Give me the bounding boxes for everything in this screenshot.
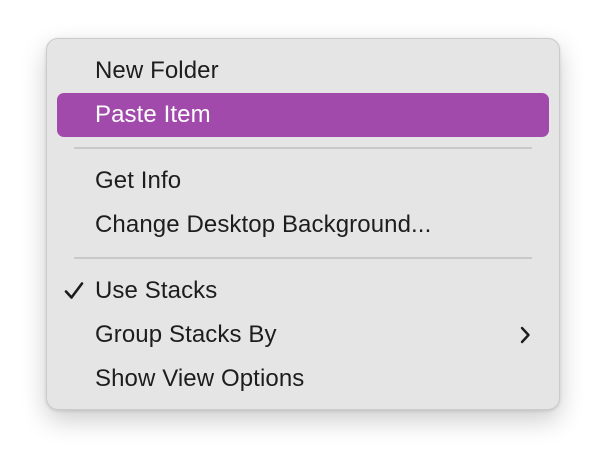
menu-item-group-stacks-by[interactable]: Group Stacks By [57,313,549,357]
menu-separator [74,137,532,159]
context-menu: New Folder Paste Item Get Info Change De… [46,38,560,410]
menu-item-show-view-options[interactable]: Show View Options [57,357,549,401]
menu-item-label: Use Stacks [95,277,218,304]
menu-item-new-folder[interactable]: New Folder [57,49,549,93]
menu-item-label: Get Info [95,167,182,194]
menu-item-label: Paste Item [95,101,211,128]
menu-item-change-desktop-background[interactable]: Change Desktop Background... [57,203,549,247]
checkmark-icon [64,282,84,299]
menu-item-label: Change Desktop Background... [95,211,432,238]
menu-item-get-info[interactable]: Get Info [57,159,549,203]
menu-separator [74,247,532,269]
menu-item-label: New Folder [95,57,219,84]
chevron-right-icon [520,326,530,344]
menu-item-label: Group Stacks By [95,321,277,348]
menu-item-label: Show View Options [95,365,305,392]
menu-item-paste-item[interactable]: Paste Item [57,93,549,137]
menu-item-use-stacks[interactable]: Use Stacks [57,269,549,313]
